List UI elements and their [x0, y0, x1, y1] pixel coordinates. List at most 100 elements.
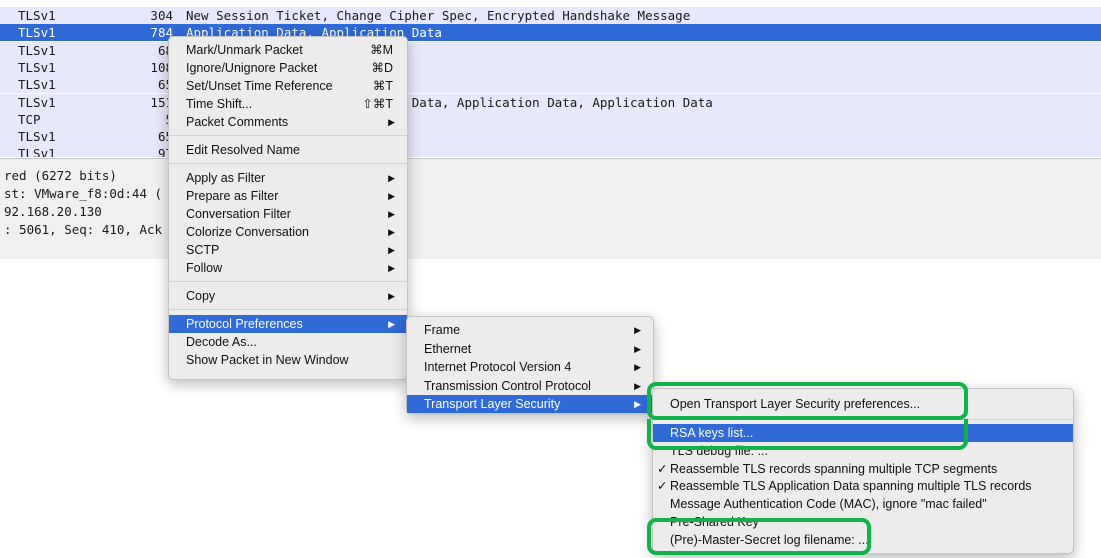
menu-item[interactable]: Mark/Unmark Packet ⌘M	[169, 41, 407, 59]
menu-item[interactable]: ✓ Reassemble TLS records spanning multipl…	[653, 460, 1073, 478]
menu-item-label: Prepare as Filter	[186, 189, 279, 203]
packet-context-menu: Mark/Unmark Packet ⌘M Ignore/Unignore Pack…	[168, 36, 408, 380]
menu-item-label: Edit Resolved Name	[186, 143, 300, 157]
menu-item-label: Reassemble TLS records spanning multiple…	[670, 461, 998, 476]
menu-item[interactable]: Frame ▶	[407, 321, 653, 339]
menu-item-label: Reassemble TLS Application Data spanning…	[670, 479, 1032, 494]
menu-item-label: Copy	[186, 289, 216, 303]
menu-shortcut: ⌘D	[371, 61, 393, 75]
submenu-arrow-icon: ▶	[388, 173, 395, 183]
submenu-arrow-icon: ▶	[388, 263, 395, 273]
submenu-arrow-icon: ▶	[634, 325, 641, 335]
menu-item[interactable]: Internet Protocol Version 4 ▶	[407, 358, 653, 376]
menu-item[interactable]: Prepare as Filter ▶	[169, 187, 407, 205]
submenu-arrow-icon: ▶	[388, 319, 395, 329]
menu-item[interactable]: Ethernet ▶	[407, 340, 653, 358]
menu-separator	[169, 309, 407, 310]
packet-row[interactable]: TLSv197Application Data	[0, 145, 1101, 157]
menu-shortcut: ⌘M	[370, 43, 393, 57]
packet-protocol: TLSv1	[18, 146, 56, 157]
menu-item-label: Message Authentication Code (MAC), ignor…	[670, 497, 987, 512]
packet-protocol: TLSv1	[18, 77, 56, 93]
packet-details-pane: red (6272 bits) st: VMware_f8:0d:44 (92.1…	[0, 158, 1101, 259]
menu-separator	[169, 281, 407, 282]
menu-item-label: Conversation Filter	[186, 207, 291, 221]
menu-separator	[169, 163, 407, 164]
detail-line[interactable]: red (6272 bits)	[4, 167, 117, 184]
menu-item[interactable]: Ignore/Unignore Packet ⌘D	[169, 59, 407, 77]
menu-item[interactable]: Transmission Control Protocol ▶	[407, 377, 653, 395]
menu-item[interactable]: ✓ Reassemble TLS Application Data spannin…	[653, 477, 1073, 495]
menu-item[interactable]: Colorize Conversation ▶	[169, 223, 407, 241]
menu-item[interactable]: Message Authentication Code (MAC), ignor…	[653, 495, 1073, 513]
menu-item[interactable]: Follow ▶	[169, 259, 407, 277]
menu-item-label: Frame	[424, 323, 461, 337]
menu-item-label: Mark/Unmark Packet	[186, 43, 303, 57]
menu-item[interactable]: Copy ▶	[169, 287, 407, 305]
menu-shortcut: ⌘T	[372, 79, 393, 93]
submenu-arrow-icon: ▶	[388, 191, 395, 201]
callout-master-secret	[647, 518, 871, 555]
packet-info: New Session Ticket, Change Cipher Spec, …	[186, 8, 691, 23]
menu-item[interactable]: Transport Layer Security ▶	[407, 395, 653, 414]
menu-item-label: Protocol Preferences	[186, 317, 303, 331]
menu-item-label: Transmission Control Protocol	[424, 378, 591, 393]
menu-shortcut: ⇧⌘T	[362, 97, 393, 111]
menu-item-label: Show Packet in New Window	[186, 353, 349, 367]
menu-item-label: Colorize Conversation	[186, 225, 309, 239]
menu-item-label: Apply as Filter	[186, 171, 266, 185]
submenu-arrow-icon: ▶	[388, 117, 395, 127]
menu-item-label: Follow	[186, 261, 223, 275]
packet-protocol: TLSv1	[18, 42, 56, 58]
protocol-preferences-submenu: Frame ▶ Ethernet ▶ Internet Protocol Version…	[406, 316, 654, 414]
menu-item[interactable]: Apply as Filter ▶	[169, 169, 407, 187]
menu-item[interactable]: SCTP ▶	[169, 241, 407, 259]
packet-row[interactable]: TLSv1 151 Application Data, Application Da…	[0, 93, 1101, 111]
packet-length: 304	[150, 8, 173, 23]
packet-row[interactable]: TLSv165Application Data	[0, 76, 1101, 94]
packet-row[interactable]: TLSv1108Application Data	[0, 58, 1101, 76]
menu-item[interactable]: Conversation Filter ▶	[169, 205, 407, 223]
menu-item[interactable]: Time Shift... ⇧⌘T	[169, 95, 407, 113]
menu-item[interactable]: Protocol Preferences ▶	[169, 315, 407, 333]
menu-item-label: Internet Protocol Version 4	[424, 360, 572, 375]
menu-item[interactable]: Edit Resolved Name	[169, 141, 407, 159]
callout-open-preferences	[647, 382, 968, 420]
menu-item[interactable]: Decode As...	[169, 333, 407, 351]
packet-protocol: TLSv1	[18, 25, 56, 41]
submenu-arrow-icon: ▶	[634, 399, 641, 410]
packet-protocol: TLSv1	[18, 59, 56, 75]
submenu-arrow-icon: ▶	[388, 227, 395, 237]
packet-list: TLSv1 304 New Session Ticket, Change Ciphe…	[0, 0, 1101, 157]
menu-item-label: Transport Layer Security	[424, 397, 561, 412]
packet-protocol: TCP	[18, 111, 41, 127]
menu-item-label: Time Shift...	[186, 97, 253, 111]
menu-item-label: Ignore/Unignore Packet	[186, 61, 318, 75]
packet-protocol: TLSv1	[18, 8, 56, 23]
packet-row[interactable]: TLSv1 304 New Session Ticket, Change Ciphe…	[0, 7, 1101, 24]
detail-line[interactable]: : 5061, Seq: 410, Ack	[4, 221, 162, 238]
menu-item-label: Ethernet	[424, 341, 472, 356]
checkmark-icon: ✓	[657, 461, 668, 476]
detail-line[interactable]: 92.168.20.130	[4, 203, 102, 220]
menu-item-label: Set/Unset Time Reference	[186, 79, 333, 93]
submenu-arrow-icon: ▶	[388, 291, 395, 301]
submenu-arrow-icon: ▶	[634, 343, 641, 354]
packet-protocol: TLSv1	[18, 129, 56, 145]
callout-rsa-keys	[647, 419, 968, 450]
packet-row[interactable]: TCP5Ack=3923 Win=65536 Len=0	[0, 110, 1101, 128]
detail-line[interactable]: st: VMware_f8:0d:44 (	[4, 185, 162, 202]
menu-item[interactable]: Packet Comments ▶	[169, 113, 407, 131]
packet-protocol: TLSv1	[18, 94, 56, 110]
menu-item-label: SCTP	[186, 243, 220, 257]
packet-row[interactable]: TLSv1 784 Application Data, Application Da…	[0, 24, 1101, 42]
menu-item[interactable]: Set/Unset Time Reference ⌘T	[169, 77, 407, 95]
checkmark-icon: ✓	[657, 479, 668, 494]
packet-row[interactable]: TLSv1 65	[0, 128, 1101, 146]
packet-row[interactable]: TLSv168Application Data	[0, 41, 1101, 59]
menu-item-label: Packet Comments	[186, 115, 289, 129]
submenu-arrow-icon: ▶	[388, 245, 395, 255]
menu-item[interactable]: Show Packet in New Window	[169, 351, 407, 369]
menu-separator	[169, 135, 407, 136]
submenu-arrow-icon: ▶	[634, 362, 641, 373]
